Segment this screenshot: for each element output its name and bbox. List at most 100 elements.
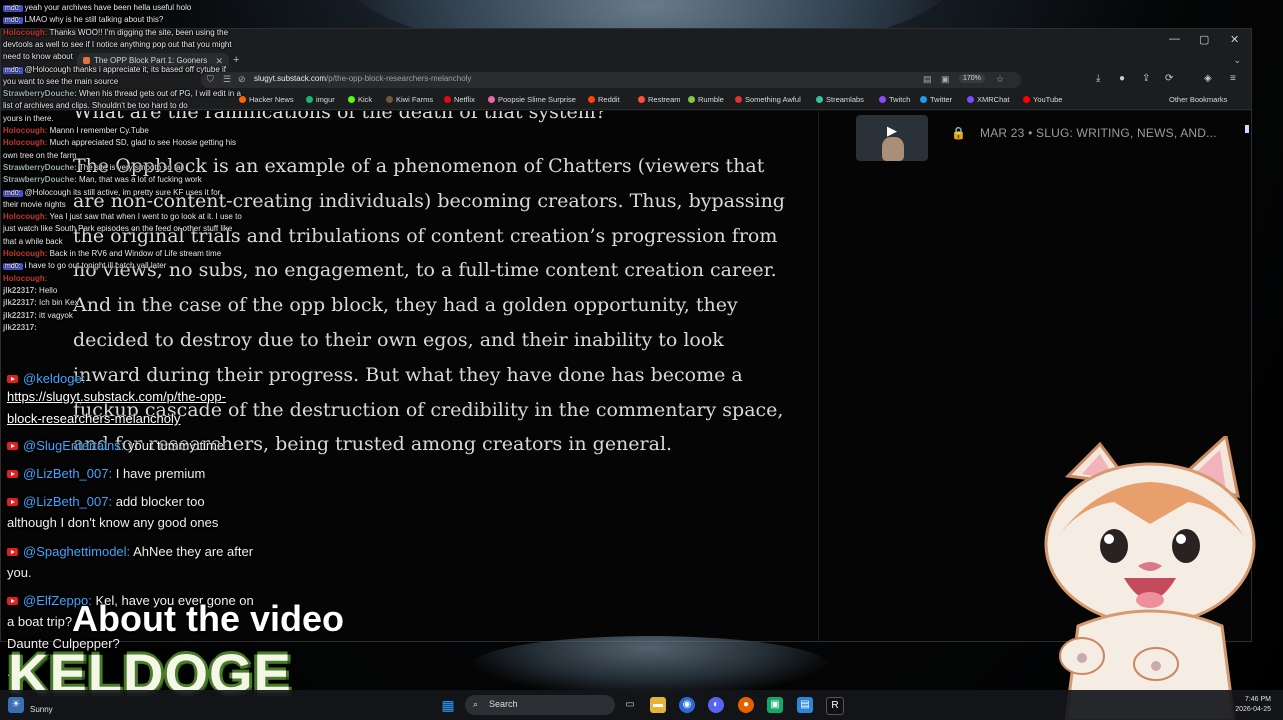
bookmark-favicon-icon [444,96,451,103]
bookmark-label: Kick [358,95,373,104]
downloads-icon[interactable]: ⤓ [1096,73,1100,84]
wallet-icon[interactable]: ◈ [1204,73,1212,84]
sidebar-divider [818,111,819,641]
about-the-video-caption: About the video [72,598,344,639]
screenshot-icon[interactable]: ▣ [941,74,950,85]
extension-icon[interactable]: ● [1119,73,1125,84]
earth-bottom [470,636,830,696]
bookmark-favicon-icon [879,96,886,103]
play-icon[interactable]: ▶ [887,123,897,139]
scrollbar[interactable] [1245,125,1249,133]
tab-close-icon[interactable]: ✕ [215,53,223,69]
bookmark-youtube[interactable]: YouTube [1023,95,1062,104]
permissions-icon[interactable]: ⊘ [238,74,246,85]
user-badge: md0: [3,5,23,12]
bookmark-label: imgur [316,95,335,104]
bookmark-favicon-icon [1023,96,1030,103]
weather-label[interactable]: Sunny [30,705,53,714]
bookmark-favicon-icon [920,96,927,103]
zoom-level[interactable]: 170% [959,74,985,83]
bookmark-label: Twitch [889,95,911,104]
bookmark-streamlabs[interactable]: Streamlabs [816,95,864,104]
bookmark-favicon-icon [588,96,595,103]
section-heading: What are the ramifications of the death … [73,111,606,123]
bookmark-favicon-icon [688,96,695,103]
app-r-icon[interactable]: R [826,697,844,715]
tab-list-chevron-icon[interactable]: ⌄ [1233,55,1241,66]
bookmark-twitch[interactable]: Twitch [879,95,910,104]
bookmark-rumble[interactable]: Rumble [688,95,724,104]
streamer-thumbnail-face [882,137,904,161]
bookmark-label: Rumble [698,95,724,104]
terminal-icon[interactable]: ▣ [767,697,783,713]
bookmark-favicon-icon [638,96,645,103]
clock-date: 2026-04-25 [1235,706,1271,713]
bookmark-something-awful[interactable]: Something Awful [735,95,801,104]
weather-icon[interactable]: ☀ [8,697,24,713]
sync-icon[interactable]: ⟳ [1165,73,1173,84]
start-menu-icon[interactable]: ▦ [440,697,456,713]
shield-icon[interactable]: ⛉ [207,74,214,85]
bookmark-label: Restream [648,95,681,104]
chat-message: md0: yeah your archives have been hella u… [3,3,191,12]
tab-article[interactable]: The OPP Block Part 1: Gooners ✕ [77,53,229,69]
bookmark-favicon-icon [239,96,246,103]
tab-title: The OPP Block Part 1: Gooners [94,56,208,65]
bookmark-reddit[interactable]: Reddit [588,95,620,104]
bookmark-xmrchat[interactable]: XMRChat [967,95,1010,104]
chrome-icon[interactable]: ◉ [679,697,695,713]
article-body: The Oppblock is an example of a phenomen… [73,149,793,462]
video-thumbnail[interactable]: ▶ [856,115,928,161]
chat-text: yeah your archives have been hella usefu… [24,3,192,12]
other-bookmarks[interactable]: Other Bookmarks [1169,95,1227,104]
desktop-background: The OPP Block Part 1: Gooners ✕ + — ▢ ✕ … [0,0,1283,720]
clock[interactable]: 7:46 PM 2026-04-25 [1235,695,1271,715]
bookmark-label: Streamlabs [826,95,864,104]
tab-bar: The OPP Block Part 1: Gooners ✕ + — ▢ ✕ … [1,29,1251,69]
bookmark-netflix[interactable]: Netflix [444,95,475,104]
bookmark-label: Twitter [930,95,953,104]
clock-time: 7:46 PM [1244,696,1271,703]
bookmark-hacker-news[interactable]: Hacker News [239,95,294,104]
bookmark-star-icon[interactable]: ☆ [996,74,1004,85]
navigation-bar: ⛉ ☰ ⊘ slugyt.substack.com/p/the-opp-bloc… [1,69,1251,91]
bookmark-restream[interactable]: Restream [638,95,681,104]
bookmark-label: Reddit [598,95,620,104]
user-badge: md0: [3,17,23,25]
bookmark-favicon-icon [967,96,974,103]
bookmark-label: YouTube [1033,95,1063,104]
firefox-icon[interactable]: ● [738,697,754,713]
task-view-icon[interactable]: ▭ [622,697,638,713]
new-tab-button[interactable]: + [233,54,239,66]
taskbar-search[interactable]: ⌕ Search [465,695,615,715]
url-text[interactable]: slugyt.substack.com/p/the-opp-block-rese… [254,74,471,83]
menu-icon[interactable]: ≡ [1230,73,1236,84]
bookmark-favicon-icon [735,96,742,103]
bookmark-imgur[interactable]: imgur [306,95,335,104]
bookmark-label: Poopsie Slime Surprise [498,95,576,104]
page-info-icon[interactable]: ☰ [223,74,231,85]
post-meta[interactable]: MAR 23 • SLUG: WRITING, NEWS, AND... [980,126,1217,140]
mascot-left-eye [1100,529,1128,563]
app-window-icon[interactable]: ▤ [797,697,813,713]
bookmarks-bar: Hacker News imgur Kick Kiwi Farms Netflix Poo… [1,91,1251,110]
bookmark-favicon-icon [306,96,313,103]
search-label: Search [489,699,518,709]
bookmark-kiwi-farms[interactable]: Kiwi Farms [386,95,433,104]
reader-view-icon[interactable]: ▤ [923,74,932,85]
bookmark-label: Something Awful [745,95,801,104]
address-bar[interactable]: ⛉ ☰ ⊘ slugyt.substack.com/p/the-opp-bloc… [201,72,1021,88]
bookmark-label: Hacker News [249,95,294,104]
bookmark-favicon-icon [386,96,393,103]
bookmark-poopsie-slime-surprise[interactable]: Poopsie Slime Surprise [488,95,576,104]
maximize-icon[interactable]: ▢ [1199,33,1209,46]
substack-favicon-icon [83,57,90,65]
file-explorer-icon[interactable]: ▬ [650,697,666,713]
discord-icon[interactable]: ◐ [708,697,724,713]
bookmark-twitter[interactable]: Twitter [920,95,952,104]
bookmark-label: Netflix [454,95,475,104]
minimize-icon[interactable]: — [1169,33,1180,45]
share-icon[interactable]: ⇪ [1142,73,1150,84]
close-window-icon[interactable]: ✕ [1230,33,1239,46]
bookmark-kick[interactable]: Kick [348,95,372,104]
